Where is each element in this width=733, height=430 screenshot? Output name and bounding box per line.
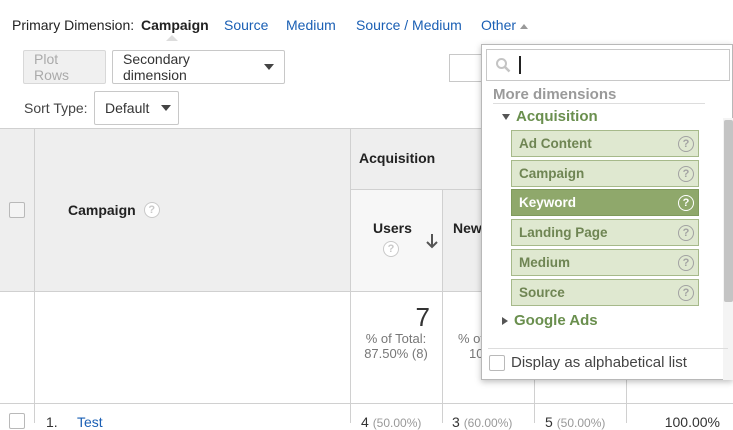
- alphabetical-list-checkbox[interactable]: [489, 354, 505, 371]
- google-ads-group-toggle[interactable]: Google Ads: [502, 312, 598, 329]
- more-dimensions-heading: More dimensions: [493, 86, 617, 103]
- new-users-column-header[interactable]: New: [453, 220, 482, 236]
- primary-dimension-medium[interactable]: Medium: [286, 17, 336, 33]
- help-icon[interactable]: ?: [143, 202, 160, 218]
- row-new-users: 3 (60.00%): [452, 414, 513, 430]
- dimension-item-landing-page[interactable]: Landing Page?: [511, 219, 699, 246]
- text-cursor: [519, 56, 521, 74]
- secondary-dimension-label: Secondary dimension: [123, 51, 190, 83]
- acquisition-header: Acquisition: [359, 150, 436, 166]
- acquisition-group-label: Acquisition: [516, 108, 598, 125]
- dimension-item-keyword[interactable]: Keyword?: [511, 189, 699, 216]
- help-icon[interactable]: ?: [678, 224, 694, 241]
- primary-dimension-label: Primary Dimension:: [12, 17, 135, 33]
- sort-type-label: Sort Type:: [24, 100, 88, 116]
- row-users: 4 (50.00%): [361, 414, 422, 430]
- row-checkbox[interactable]: [9, 413, 25, 429]
- help-icon[interactable]: ?: [678, 194, 694, 211]
- dimension-search-input[interactable]: [486, 49, 730, 81]
- primary-dimension-source-medium[interactable]: Source / Medium: [356, 17, 462, 33]
- row-index: 1.: [46, 414, 58, 430]
- arrow-down-icon[interactable]: [425, 233, 439, 249]
- alphabetical-list-label: Display as alphabetical list: [511, 354, 687, 371]
- help-icon[interactable]: ?: [678, 284, 694, 301]
- users-total-pct-value: 87.50% (8): [364, 346, 428, 361]
- primary-dimension-source[interactable]: Source: [224, 17, 268, 33]
- dimension-item-ad-content[interactable]: Ad Content?: [511, 130, 699, 157]
- dropdown-scrollbar-thumb[interactable]: [724, 120, 733, 302]
- plot-rows-button[interactable]: Plot Rows: [23, 50, 106, 84]
- dimension-item-campaign[interactable]: Campaign?: [511, 160, 699, 187]
- users-total-pct-label: % of Total:: [365, 331, 427, 346]
- help-icon[interactable]: ?: [678, 254, 694, 271]
- triangle-down-icon: [502, 114, 510, 121]
- secondary-dimension-dropdown[interactable]: Secondary dimension: [112, 50, 285, 84]
- dimension-item-source[interactable]: Source?: [511, 279, 699, 306]
- chevron-down-icon: [161, 105, 172, 111]
- search-icon: [496, 58, 511, 73]
- row-campaign-link[interactable]: Test: [77, 414, 103, 430]
- help-icon[interactable]: ?: [383, 241, 399, 257]
- dimension-item-medium[interactable]: Medium?: [511, 249, 699, 276]
- select-all-checkbox[interactable]: [9, 202, 25, 218]
- acquisition-group-toggle[interactable]: Acquisition: [502, 108, 598, 125]
- chevron-down-icon: [264, 64, 274, 70]
- caret-up-icon: [520, 23, 529, 29]
- sort-type-dropdown[interactable]: Default: [94, 91, 179, 125]
- sort-type-value: Default: [105, 100, 150, 116]
- help-icon[interactable]: ?: [678, 135, 694, 152]
- users-total-value: 7: [415, 302, 430, 332]
- primary-dimension-campaign: Campaign: [141, 17, 209, 33]
- primary-dimension-other[interactable]: Other: [481, 17, 529, 33]
- campaign-header-label: Campaign: [68, 202, 136, 218]
- triangle-right-icon: [502, 317, 508, 326]
- row-sessions: 5 (50.00%): [545, 414, 606, 430]
- users-column-header[interactable]: Users: [373, 220, 412, 236]
- campaign-column-header[interactable]: Campaign ?: [68, 202, 160, 218]
- row-rate: 100.00%: [664, 414, 720, 430]
- other-label: Other: [481, 17, 517, 33]
- help-icon[interactable]: ?: [678, 165, 694, 182]
- active-dimension-caret: [166, 35, 178, 41]
- alphabetical-list-toggle[interactable]: Display as alphabetical list: [489, 354, 687, 371]
- google-ads-group-label: Google Ads: [514, 312, 598, 329]
